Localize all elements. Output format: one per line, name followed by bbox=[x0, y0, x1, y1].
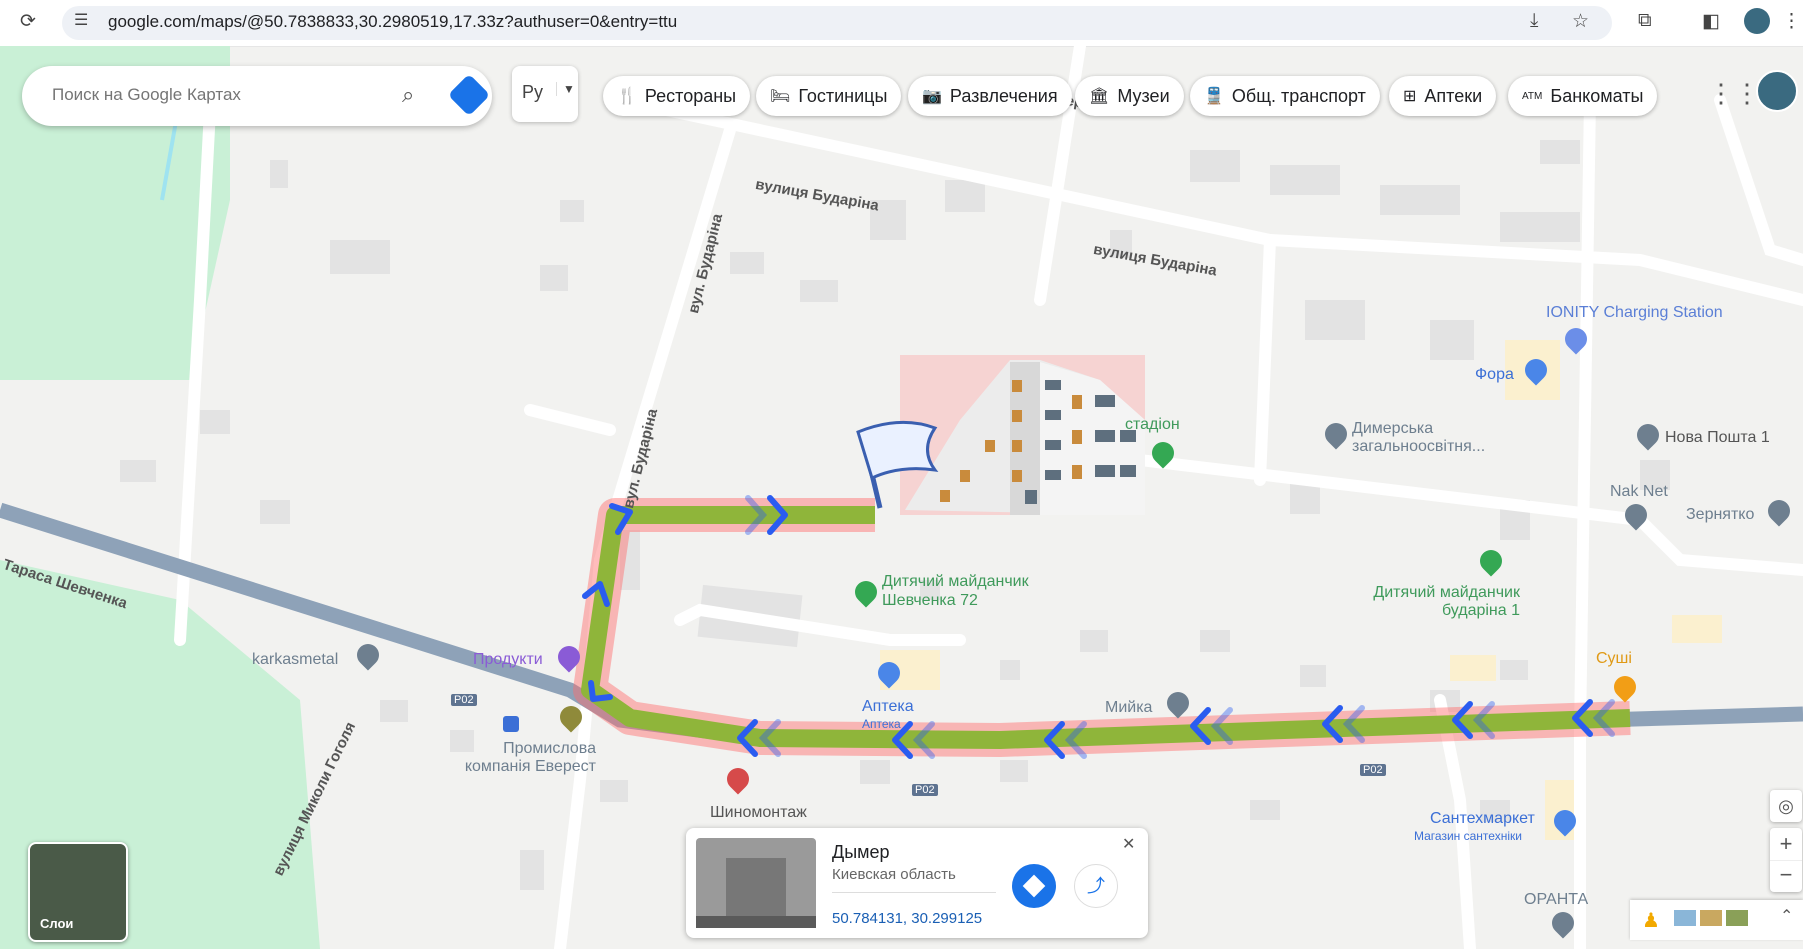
language-label: Ру bbox=[522, 82, 544, 102]
chip-label: Рестораны bbox=[644, 85, 737, 106]
atm-icon: ATM bbox=[1522, 90, 1543, 102]
chip-label: Общ. транспорт bbox=[1231, 85, 1366, 106]
chip-label: Развлечения bbox=[949, 85, 1058, 106]
zoom-controls: + − bbox=[1770, 828, 1802, 892]
directions-icon bbox=[1022, 874, 1046, 898]
highway-shield: P02 bbox=[912, 784, 938, 796]
profile-avatar[interactable] bbox=[1744, 8, 1770, 34]
share-button[interactable]: ⤴ bbox=[1074, 864, 1118, 908]
sidepanel-icon[interactable]: ◧ bbox=[1702, 10, 1720, 33]
chip-atms[interactable]: ATM Банкоматы bbox=[1508, 76, 1658, 116]
zoom-in-button[interactable]: + bbox=[1770, 828, 1802, 860]
place-subtitle: Киевская область bbox=[832, 866, 956, 883]
chip-label: Музеи bbox=[1117, 85, 1170, 106]
language-selector[interactable]: Ру ▼ bbox=[512, 66, 578, 122]
building-illustration bbox=[900, 355, 1145, 515]
poi-label[interactable]: ОРАНТА bbox=[1524, 891, 1588, 909]
star-icon[interactable]: ☆ bbox=[1572, 10, 1589, 33]
place-coordinates[interactable]: 50.784131, 30.299125 bbox=[832, 910, 982, 927]
bed-icon: 🛏 bbox=[770, 88, 791, 105]
highway-shield: P02 bbox=[451, 694, 477, 706]
poi-label[interactable]: Nak Net bbox=[1610, 483, 1668, 501]
chevron-down-icon[interactable]: ▼ bbox=[556, 82, 575, 96]
bottom-controls: ♟ ⌃ bbox=[1630, 900, 1803, 940]
poi-label[interactable]: Сантехмаркет bbox=[1430, 810, 1535, 828]
poi-label[interactable]: Нова Пошта 1 bbox=[1665, 429, 1770, 447]
search-input[interactable] bbox=[50, 84, 384, 106]
poi-sublabel: Аптека bbox=[862, 717, 901, 731]
directions-button[interactable] bbox=[1012, 864, 1056, 908]
camera-icon: 📷 bbox=[922, 88, 942, 105]
poi-label[interactable]: Аптека bbox=[862, 698, 914, 716]
chip-restaurants[interactable]: 🍴 Рестораны bbox=[603, 76, 751, 116]
reload-icon[interactable]: ⟳ bbox=[20, 10, 36, 33]
imagery-thumb[interactable] bbox=[1700, 910, 1722, 926]
poi-label[interactable]: IONITY Charging Station bbox=[1546, 304, 1723, 322]
pegman-icon[interactable]: ♟ bbox=[1642, 908, 1660, 933]
chip-museums[interactable]: 🏛 Музеи bbox=[1075, 76, 1184, 116]
imagery-thumb[interactable] bbox=[1674, 910, 1696, 926]
layers-button[interactable]: Слои bbox=[28, 842, 128, 942]
place-title: Дымер bbox=[832, 842, 890, 862]
museum-icon: 🏛 bbox=[1089, 88, 1110, 105]
poi-label[interactable]: Продукти bbox=[473, 651, 543, 669]
poi-label[interactable]: Зернятко bbox=[1686, 506, 1754, 524]
chip-hotels[interactable]: 🛏 Гостиницы bbox=[756, 76, 902, 116]
search-icon[interactable]: ⌕ bbox=[402, 82, 414, 108]
extensions-icon[interactable]: ⧉ bbox=[1638, 10, 1652, 32]
chip-label: Аптеки bbox=[1424, 85, 1483, 106]
chip-label: Гостиницы bbox=[798, 85, 888, 106]
close-icon[interactable]: ✕ bbox=[1122, 834, 1135, 854]
poi-label[interactable]: karkasmetal bbox=[252, 651, 338, 669]
url-text[interactable]: google.com/maps/@50.7838833,30.2980519,1… bbox=[108, 12, 677, 32]
account-avatar[interactable] bbox=[1756, 70, 1798, 112]
highway-shield: P02 bbox=[1360, 764, 1386, 776]
poi-label[interactable]: Мийка bbox=[1105, 699, 1152, 717]
bus-stop-icon[interactable] bbox=[503, 716, 519, 732]
divider bbox=[832, 892, 996, 893]
poi-label[interactable]: стадіон bbox=[1125, 416, 1180, 434]
poi-label[interactable]: Димерська загальноосвітня... bbox=[1352, 420, 1532, 456]
place-thumbnail[interactable] bbox=[696, 838, 816, 928]
directions-icon[interactable] bbox=[447, 73, 491, 117]
imagery-thumb[interactable] bbox=[1726, 910, 1748, 926]
poi-sublabel: Магазин сантехніки bbox=[1414, 829, 1522, 843]
chip-pharmacies[interactable]: ⊞ Аптеки bbox=[1389, 76, 1497, 116]
my-location-button[interactable]: ◎ bbox=[1770, 790, 1802, 822]
poi-label[interactable]: Суші bbox=[1596, 650, 1632, 668]
poi-label[interactable]: Промислова компанія Еверест bbox=[446, 740, 596, 776]
bus-icon: 🚆 bbox=[1204, 88, 1224, 105]
poi-label[interactable]: Дитячий майданчик Шевченка 72 bbox=[882, 572, 1057, 610]
poi-label[interactable]: Дитячий майданчик бударіна 1 bbox=[1348, 584, 1520, 620]
poi-label[interactable]: Фора bbox=[1475, 366, 1514, 384]
chip-label: Банкоматы bbox=[1550, 85, 1644, 106]
place-card[interactable]: Дымер Киевская область 50.784131, 30.299… bbox=[686, 828, 1148, 938]
poi-label[interactable]: Шиномонтаж bbox=[710, 804, 807, 822]
zoom-out-button[interactable]: − bbox=[1770, 860, 1802, 893]
utensils-icon: 🍴 bbox=[617, 88, 637, 105]
search-box[interactable]: ⌕ bbox=[22, 66, 492, 126]
chevron-up-icon[interactable]: ⌃ bbox=[1780, 906, 1793, 926]
layers-label: Слои bbox=[40, 916, 74, 931]
site-info-icon[interactable]: ☰ bbox=[74, 10, 88, 30]
browser-toolbar: ⟳ ☰ google.com/maps/@50.7838833,30.29805… bbox=[0, 0, 1803, 47]
pharmacy-icon: ⊞ bbox=[1403, 88, 1417, 105]
menu-icon[interactable]: ⋮ bbox=[1782, 10, 1801, 33]
chip-entertainment[interactable]: 📷 Развлечения bbox=[908, 76, 1072, 116]
map-canvas[interactable]: вулиця Бударіна вулиця Бударіна вул. Буд… bbox=[0, 46, 1803, 949]
install-icon[interactable]: ⤓ bbox=[1530, 10, 1538, 32]
chip-transit[interactable]: 🚆 Общ. транспорт bbox=[1190, 76, 1380, 116]
